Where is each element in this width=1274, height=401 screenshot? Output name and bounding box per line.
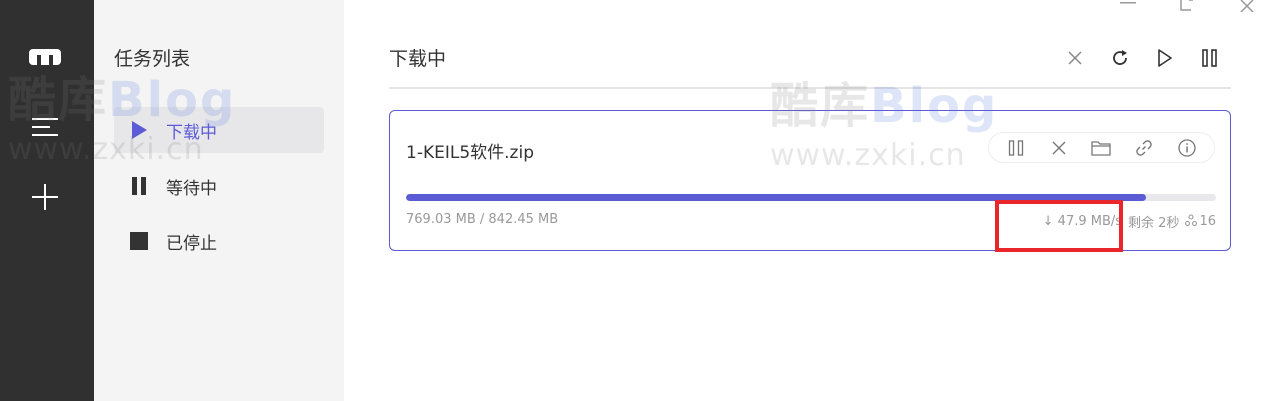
refresh-icon[interactable] <box>1106 44 1134 72</box>
task-size: 769.03 MB / 842.45 MB <box>406 212 559 227</box>
tasklist-item-label: 下载中 <box>166 122 217 143</box>
tasklist-item-label: 已停止 <box>166 233 217 254</box>
main-content: 下载中 1-KEIL5软件.zip 769.03 MB / 842.45 MB … <box>344 0 1274 401</box>
pause-icon[interactable] <box>1196 44 1224 72</box>
header-divider <box>389 87 1231 89</box>
progress-fill <box>406 194 1146 201</box>
task-list-panel: 任务列表 下载中 等待中 已停止 <box>94 0 344 401</box>
folder-icon[interactable] <box>1087 135 1115 161</box>
tasklist-item-waiting[interactable]: 等待中 <box>114 163 324 209</box>
app-window: 任务列表 下载中 等待中 已停止 下载中 1-KEIL5软件.zip 769.0… <box>0 0 1274 401</box>
play-icon <box>126 121 152 139</box>
tasklist-title: 任务列表 <box>114 48 191 70</box>
stop-icon <box>126 232 152 250</box>
task-card[interactable]: 1-KEIL5软件.zip 769.03 MB / 842.45 MB ↓ 47… <box>389 110 1231 251</box>
logo-icon[interactable] <box>27 42 63 72</box>
left-rail <box>0 0 94 401</box>
connections-icon <box>1185 213 1198 230</box>
pause-icon[interactable] <box>1002 135 1030 161</box>
task-stats: ↓ 47.9 MB/s 剩余 2秒 16 <box>1043 212 1216 231</box>
tasklist-item-stopped[interactable]: 已停止 <box>114 218 324 264</box>
info-icon[interactable] <box>1173 135 1201 161</box>
pause-icon <box>126 177 152 195</box>
play-icon[interactable] <box>1151 44 1179 72</box>
tasklist-item-downloading[interactable]: 下载中 <box>114 107 324 153</box>
time-remaining: 剩余 2秒 <box>1128 216 1180 231</box>
page-title: 下载中 <box>389 48 447 70</box>
progress-bar <box>406 194 1216 201</box>
add-icon[interactable] <box>27 182 63 212</box>
task-filename: 1-KEIL5软件.zip <box>406 143 534 163</box>
link-icon[interactable] <box>1130 135 1158 161</box>
tasklist-item-label: 等待中 <box>166 178 217 199</box>
download-speed: ↓ 47.9 MB/s <box>1042 214 1123 229</box>
close-icon[interactable] <box>1061 44 1089 72</box>
task-actions <box>988 132 1215 163</box>
menu-icon[interactable] <box>27 112 63 142</box>
close-icon[interactable] <box>1045 135 1073 161</box>
connection-count: 16 <box>1199 214 1216 229</box>
